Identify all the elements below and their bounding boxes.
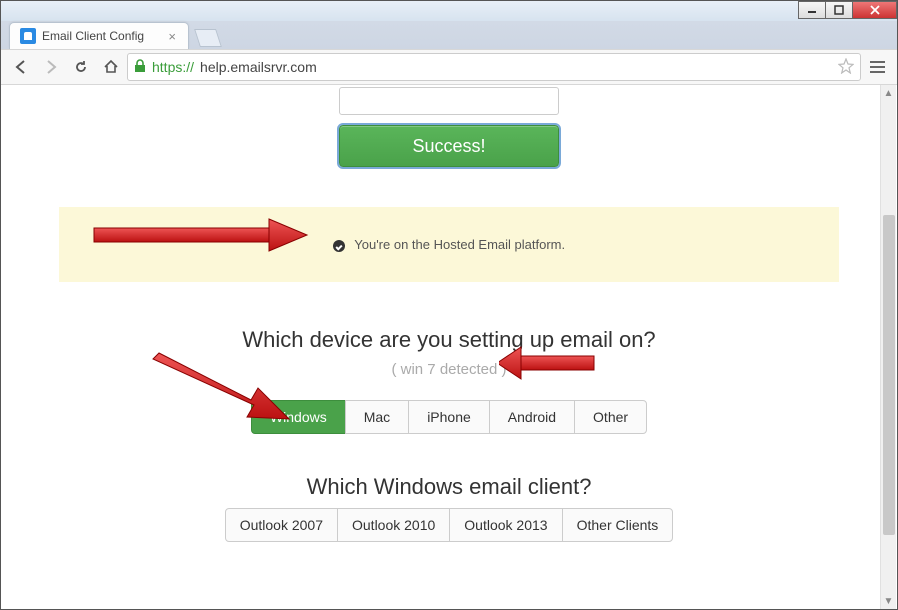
back-button[interactable] bbox=[7, 53, 35, 81]
client-option-other-clients[interactable]: Other Clients bbox=[562, 508, 674, 542]
client-option-outlook-2010[interactable]: Outlook 2010 bbox=[337, 508, 450, 542]
client-option-outlook-2013[interactable]: Outlook 2013 bbox=[449, 508, 562, 542]
hamburger-icon bbox=[870, 61, 885, 73]
close-button[interactable] bbox=[852, 1, 897, 19]
vertical-scrollbar[interactable]: ▲ ▼ bbox=[880, 85, 896, 609]
device-option-mac[interactable]: Mac bbox=[345, 400, 409, 434]
reload-button[interactable] bbox=[67, 53, 95, 81]
page-viewport: Success! You're on the Hosted Email plat… bbox=[1, 85, 897, 609]
home-button[interactable] bbox=[97, 53, 125, 81]
url-host: help.emailsrvr.com bbox=[200, 59, 832, 75]
device-option-windows[interactable]: Windows bbox=[251, 400, 346, 434]
browser-tabstrip: Email Client Config × bbox=[1, 21, 897, 49]
page-content: Success! You're on the Hosted Email plat… bbox=[1, 87, 897, 542]
lock-icon bbox=[134, 59, 146, 76]
browser-menu-button[interactable] bbox=[863, 53, 891, 81]
tab-close-icon[interactable]: × bbox=[168, 29, 176, 44]
device-option-android[interactable]: Android bbox=[489, 400, 575, 434]
tab-title: Email Client Config bbox=[42, 29, 144, 43]
bookmark-star-icon[interactable] bbox=[838, 58, 854, 77]
email-input[interactable] bbox=[339, 87, 559, 115]
client-question-heading: Which Windows email client? bbox=[1, 474, 897, 500]
window-titlebar bbox=[1, 1, 897, 21]
client-button-group: Outlook 2007Outlook 2010Outlook 2013Othe… bbox=[1, 508, 897, 542]
window-controls bbox=[799, 1, 897, 19]
minimize-button[interactable] bbox=[798, 1, 826, 19]
address-bar[interactable]: https:// help.emailsrvr.com bbox=[127, 53, 861, 81]
browser-toolbar: https:// help.emailsrvr.com bbox=[1, 49, 897, 85]
device-question-heading: Which device are you setting up email on… bbox=[1, 327, 897, 353]
forward-button[interactable] bbox=[37, 53, 65, 81]
browser-window: Email Client Config × https:// help.email… bbox=[0, 0, 898, 610]
browser-tab[interactable]: Email Client Config × bbox=[9, 22, 189, 49]
detected-os-text: ( win 7 detected ) bbox=[1, 361, 897, 378]
scroll-thumb[interactable] bbox=[883, 215, 895, 535]
platform-alert: You're on the Hosted Email platform. bbox=[59, 207, 839, 282]
url-protocol: https:// bbox=[152, 59, 194, 75]
device-option-iphone[interactable]: iPhone bbox=[408, 400, 490, 434]
tab-favicon-icon bbox=[20, 28, 36, 44]
device-option-other[interactable]: Other bbox=[574, 400, 647, 434]
client-option-outlook-2007[interactable]: Outlook 2007 bbox=[225, 508, 338, 542]
new-tab-button[interactable] bbox=[194, 29, 222, 47]
check-circle-icon bbox=[333, 240, 345, 252]
device-button-group: WindowsMaciPhoneAndroidOther bbox=[1, 400, 897, 434]
alert-text: You're on the Hosted Email platform. bbox=[354, 237, 565, 252]
success-button[interactable]: Success! bbox=[339, 125, 559, 167]
scroll-up-icon[interactable]: ▲ bbox=[881, 85, 896, 101]
scroll-down-icon[interactable]: ▼ bbox=[881, 593, 896, 609]
maximize-button[interactable] bbox=[825, 1, 853, 19]
